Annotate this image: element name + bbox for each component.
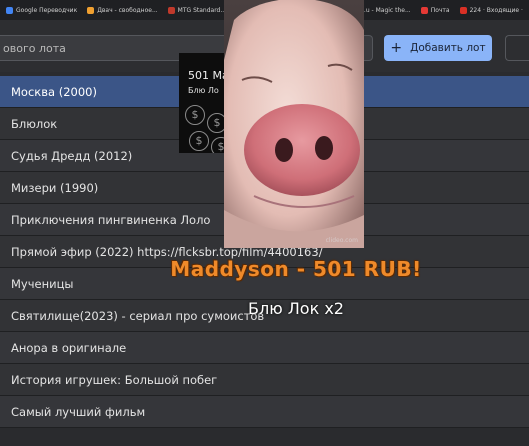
- bookmark-mtg[interactable]: MTG Standard...: [167, 6, 227, 14]
- video-watermark: clideo.com: [325, 237, 358, 244]
- mtg-icon: [167, 6, 175, 14]
- bookmark-mail[interactable]: Почта: [420, 6, 450, 14]
- bookmark-label: Почта: [430, 6, 450, 14]
- bookmark-label: 224 · Входящие ·: [469, 6, 523, 14]
- bookmark-dvach[interactable]: Двач - свободное...: [87, 6, 158, 14]
- add-lot-button[interactable]: + Добавить лот: [384, 35, 492, 61]
- dollar-coin-icon: $: [185, 105, 205, 125]
- toolbar-extra-control[interactable]: [505, 35, 529, 61]
- dollar-coin-icon: $: [189, 131, 209, 151]
- bookmark-label: MTG Standard...: [177, 6, 227, 14]
- pig-video: clideo.com: [224, 0, 364, 248]
- bookmark-gmail[interactable]: 224 · Входящие ·: [459, 6, 523, 14]
- list-item[interactable]: История игрушек: Большой побег: [0, 364, 529, 396]
- bookmark-label: Google Переводчик: [16, 6, 78, 14]
- gmail-icon: [459, 6, 467, 14]
- list-item[interactable]: Анора в оригинале: [0, 332, 529, 364]
- card-title: 501 Ma: [188, 69, 229, 82]
- donation-headline: Maddyson - 501 RUB!: [170, 257, 422, 281]
- donation-message: Блю Лок x2: [248, 299, 344, 318]
- bookmark-label: Двач - свободное...: [97, 6, 158, 14]
- bookmark-google-translate[interactable]: Google Переводчик: [6, 6, 78, 14]
- pig-image: [224, 0, 364, 248]
- plus-icon: +: [390, 40, 403, 56]
- bookmark-label: ...u - Magic the...: [360, 6, 411, 14]
- mail-icon: [420, 6, 428, 14]
- google-translate-icon: [6, 6, 13, 14]
- add-lot-label: Добавить лот: [410, 42, 486, 54]
- card-subtitle: Блю Ло: [188, 86, 219, 95]
- list-item[interactable]: Самый лучший фильм: [0, 396, 529, 428]
- dvach-icon: [87, 6, 95, 14]
